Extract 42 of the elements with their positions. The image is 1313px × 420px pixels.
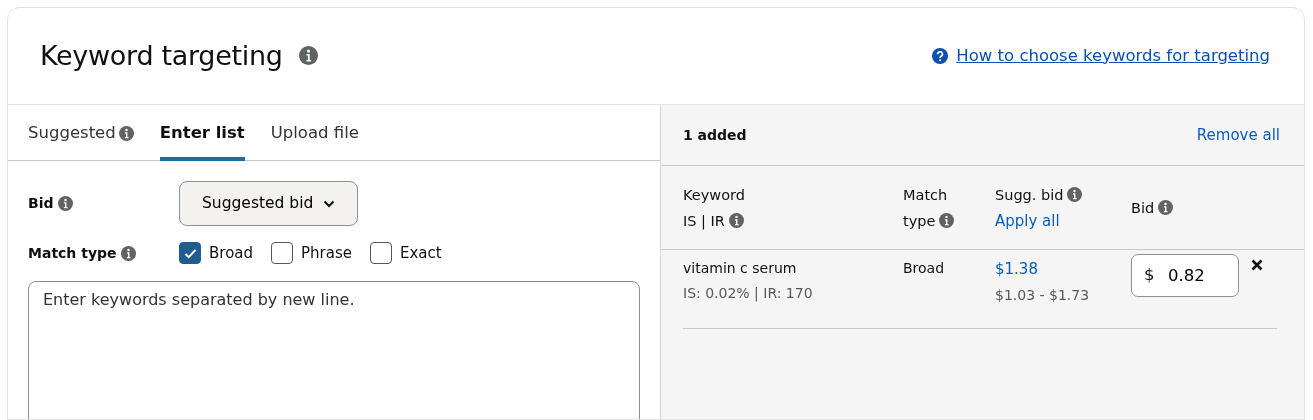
currency-symbol: $ [1144, 265, 1155, 285]
added-count: 1 added [683, 125, 747, 145]
checkbox-label: Broad [209, 243, 254, 264]
bid-dropdown[interactable]: Suggested bid [179, 181, 359, 226]
column-header: type [903, 211, 936, 231]
tab[interactable]: Upload file [270, 105, 359, 161]
info-icon[interactable] [728, 213, 744, 228]
bid-range: $1.03 - $1.73 [995, 285, 1091, 305]
check-icon [183, 247, 197, 259]
checkbox[interactable] [179, 242, 201, 265]
remove-all-link[interactable]: Remove all [1196, 123, 1280, 147]
close-icon[interactable] [1251, 259, 1263, 271]
help-icon [932, 48, 949, 64]
info-icon[interactable] [939, 213, 955, 228]
info-icon[interactable] [120, 245, 136, 261]
column-header: Sugg. bid [995, 185, 1064, 205]
column-header: Match [903, 185, 948, 205]
chevron-down-icon [323, 199, 336, 208]
field-label: Bid [28, 194, 54, 213]
keyword-stats: IS: 0.02% | IR: 170 [683, 284, 814, 304]
column-header: Bid [1131, 198, 1155, 218]
checkbox[interactable] [271, 242, 294, 265]
tab[interactable]: Enter list [159, 105, 245, 161]
tab[interactable]: Suggested [28, 105, 134, 161]
checkbox-label: Exact [400, 243, 442, 264]
info-icon[interactable] [118, 125, 134, 141]
checkbox[interactable] [370, 242, 392, 265]
page-title: Keyword targeting [40, 39, 283, 73]
checkbox-label: Phrase [301, 243, 352, 264]
info-icon[interactable] [1158, 200, 1174, 215]
column-header: IS | IR [683, 211, 725, 232]
column-header: Keyword [683, 185, 745, 205]
info-icon[interactable] [1067, 187, 1083, 202]
keywords-input[interactable]: Enter keywords separated by new line. [28, 280, 640, 419]
match-type-text: Broad [903, 259, 946, 278]
apply-all-link[interactable]: Apply all [995, 207, 1131, 234]
info-icon[interactable] [57, 196, 73, 211]
field-label: Match type [28, 243, 117, 263]
help-link[interactable]: How to choose keywords for targeting [956, 43, 1270, 69]
suggested-bid-link[interactable]: $1.38 [995, 258, 1038, 281]
info-icon[interactable] [298, 46, 318, 66]
keyword-text: vitamin c serum [683, 259, 798, 278]
